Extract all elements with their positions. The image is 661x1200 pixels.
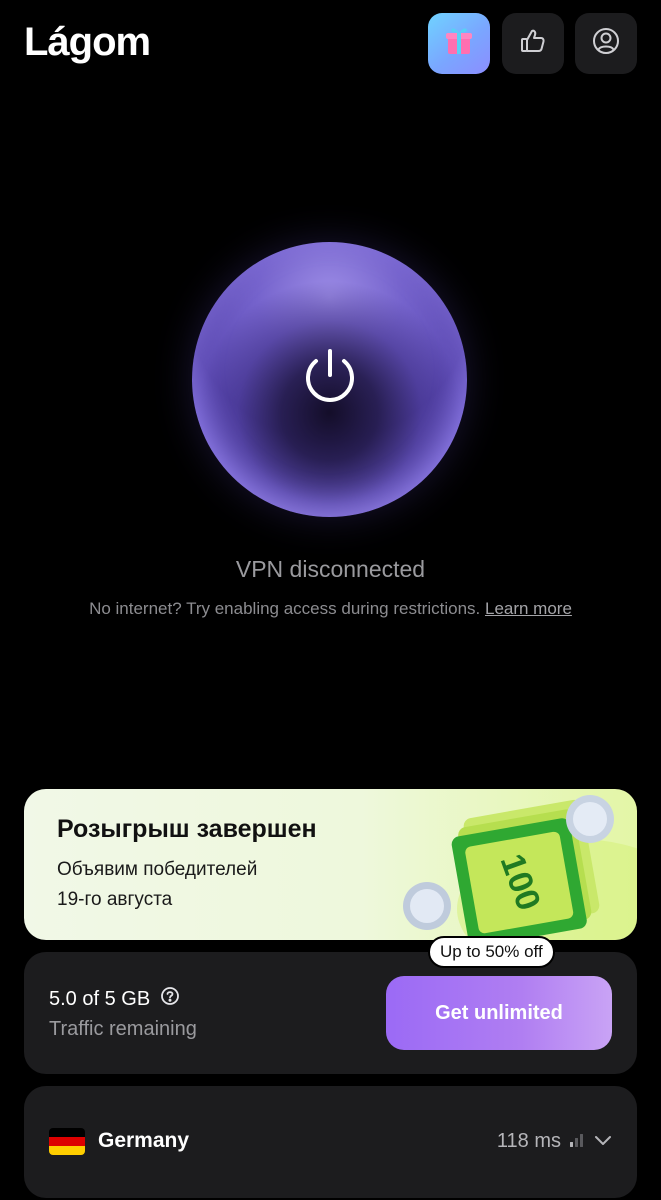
power-icon bbox=[300, 345, 360, 414]
app-logo: Lágom bbox=[24, 20, 151, 64]
vpn-status: VPN disconnected bbox=[235, 556, 426, 582]
user-icon bbox=[591, 26, 621, 61]
banner-title: Розыгрыш завершен bbox=[57, 815, 317, 843]
money-illustration: 100 bbox=[377, 789, 637, 940]
server-country: Germany bbox=[98, 1129, 190, 1152]
traffic-label: Traffic remaining bbox=[49, 1018, 197, 1040]
rate-button[interactable] bbox=[502, 13, 564, 74]
discount-badge: Up to 50% off bbox=[428, 936, 555, 968]
app-header: Lágom bbox=[0, 0, 661, 90]
thumbs-up-icon bbox=[518, 26, 548, 61]
power-button[interactable] bbox=[192, 242, 467, 517]
signal-bars-icon bbox=[569, 1130, 585, 1153]
banner-line-1: Объявим победителей bbox=[57, 859, 258, 880]
account-button[interactable] bbox=[575, 13, 637, 74]
learn-more-link[interactable]: Learn more bbox=[485, 599, 572, 618]
hint-text: No internet? Try enabling access during … bbox=[89, 599, 485, 618]
connect-toggle[interactable] bbox=[192, 242, 467, 517]
server-ping: 118 ms bbox=[497, 1130, 613, 1153]
traffic-card: 5.0 of 5 GB Traffic remaining Get unlimi… bbox=[24, 936, 637, 1074]
chevron-down-icon[interactable] bbox=[593, 1130, 613, 1153]
ping-value: 118 ms bbox=[496, 1130, 561, 1152]
get-unlimited-button[interactable]: Get unlimited bbox=[386, 976, 612, 1050]
question-circle-icon[interactable] bbox=[160, 986, 180, 1012]
traffic-amount: 5.0 of 5 GB bbox=[49, 986, 180, 1012]
gift-icon bbox=[441, 23, 477, 64]
germany-flag-icon bbox=[49, 1128, 85, 1155]
traffic-amount-value: 5.0 of 5 GB bbox=[49, 987, 151, 1010]
restriction-hint: No internet? Try enabling access during … bbox=[0, 599, 661, 619]
server-selector[interactable]: Germany 118 ms bbox=[24, 1086, 637, 1198]
banner-line-2: 19-го августа bbox=[57, 889, 173, 910]
giveaway-banner[interactable]: Розыгрыш завершен Объявим победителей 19… bbox=[24, 789, 637, 940]
gift-button[interactable] bbox=[428, 13, 490, 74]
